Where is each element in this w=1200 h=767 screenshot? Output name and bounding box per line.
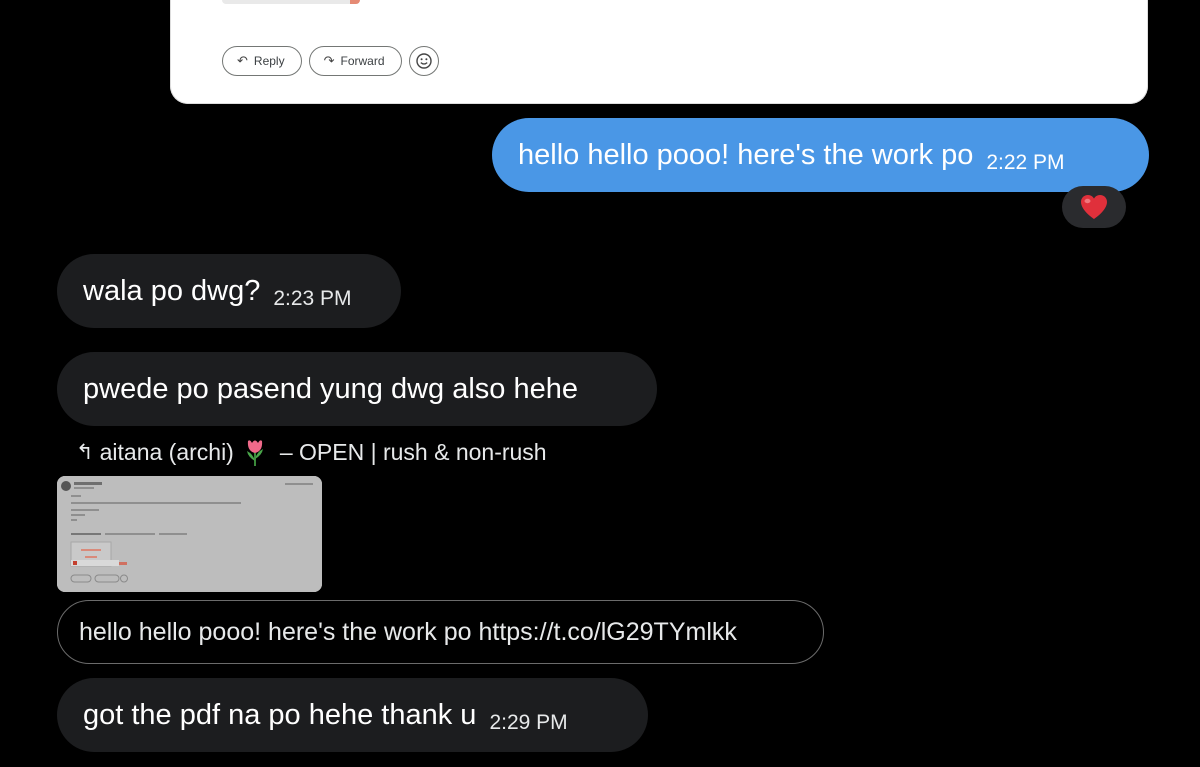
message-text: hello hello pooo! here's the work po htt… (79, 617, 737, 646)
quoted-status: – OPEN | rush & non-rush (279, 438, 547, 465)
forward-label: Forward (340, 54, 385, 68)
message-bubble-received[interactable]: got the pdf na po hehe thank u 2:29 PM (57, 678, 648, 752)
email-actions: ↶ Reply ↷ Forward (222, 46, 439, 76)
attachment-thumbnail-edge (222, 0, 360, 4)
message-timestamp: 2:23 PM (273, 287, 352, 310)
forward-button[interactable]: ↷ Forward (308, 46, 402, 76)
reply-label: Reply (253, 54, 285, 68)
email-preview-card: ↶ Reply ↷ Forward (170, 0, 1148, 104)
message-bubble-sent[interactable]: hello hello pooo! here's the work po 2:2… (492, 118, 1149, 192)
tulip-icon (246, 440, 263, 466)
message-text: got the pdf na po hehe thank u (83, 698, 477, 731)
reply-button[interactable]: ↶ Reply (222, 46, 302, 76)
attached-screenshot-thumbnail[interactable] (57, 476, 322, 592)
message-timestamp: 2:29 PM (489, 711, 568, 734)
reply-arrow-icon: ↰ (76, 440, 94, 464)
smiley-icon (415, 53, 432, 69)
message-text: wala po dwg? (83, 274, 261, 307)
forward-icon: ↷ (323, 53, 335, 68)
heart-reaction[interactable] (1062, 186, 1126, 228)
message-bubble-received[interactable]: pwede po pasend yung dwg also hehe (57, 352, 657, 426)
screenshot-preview-image (57, 476, 322, 592)
emoji-reaction-button[interactable] (408, 46, 439, 76)
quoted-author: aitana (archi) (99, 438, 234, 465)
heart-icon (1081, 195, 1107, 219)
link-message-bubble[interactable]: hello hello pooo! here's the work po htt… (57, 600, 824, 664)
message-text: hello hello pooo! here's the work po (518, 138, 974, 171)
message-bubble-received[interactable]: wala po dwg? 2:23 PM (57, 254, 401, 328)
message-text: pwede po pasend yung dwg also hehe (83, 372, 578, 405)
quoted-reply-label[interactable]: ↰ aitana (archi) – OPEN | rush & non-rus… (76, 437, 547, 467)
reply-icon: ↶ (237, 53, 248, 68)
message-timestamp: 2:22 PM (986, 151, 1065, 174)
